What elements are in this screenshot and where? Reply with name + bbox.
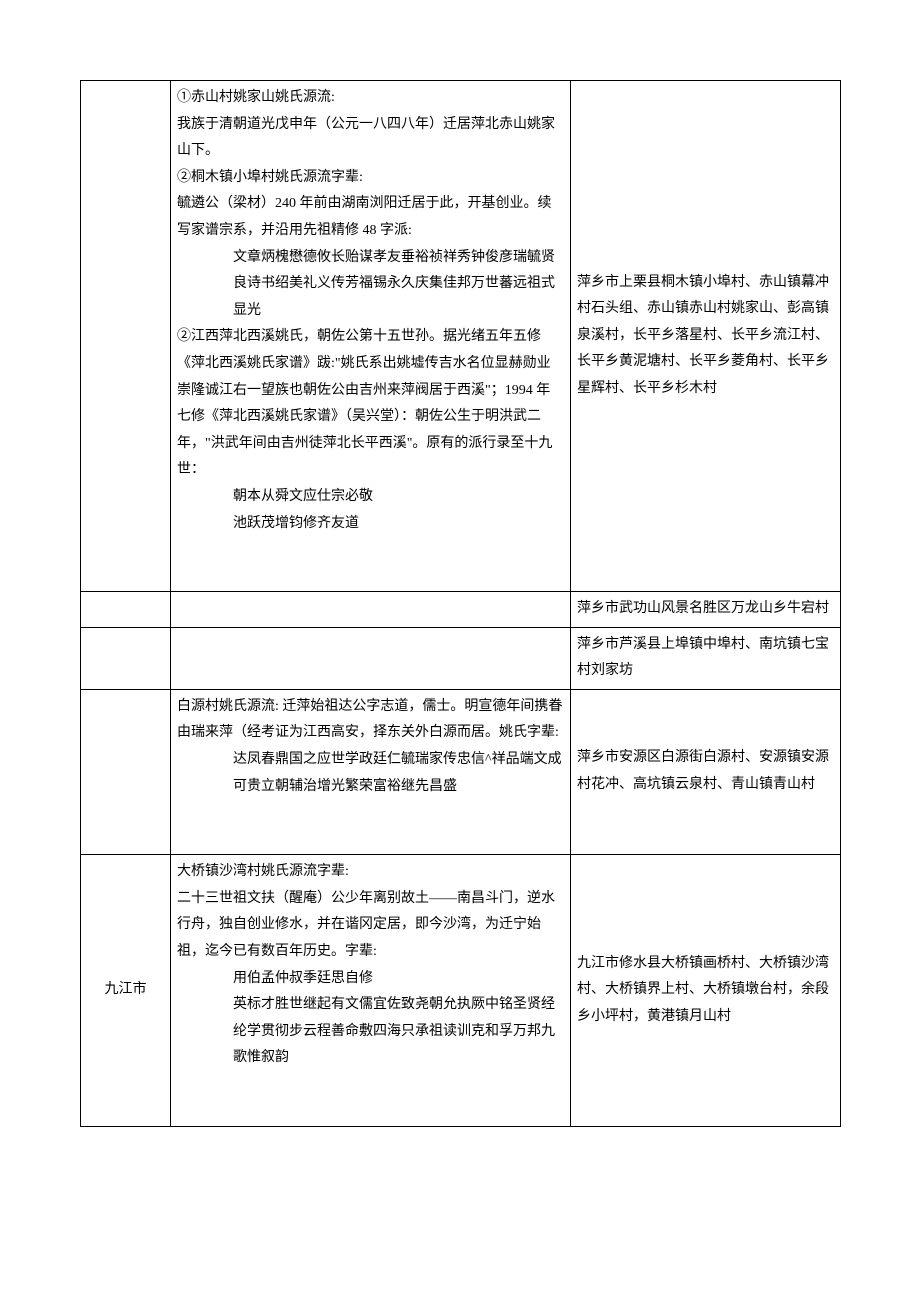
source-cell: ①赤山村姚家山姚氏源流: 我族于清朝道光戊申年（公元一八四八年）迁居萍北赤山姚家…: [171, 81, 571, 592]
text-line: 二十三世祖文扶（醒庵）公少年离别故土——南昌斗门，逆水行舟，独自创业修水，并在谐…: [177, 886, 564, 966]
location-cell: 萍乡市武功山风景名胜区万龙山乡牛宕村: [571, 592, 841, 628]
region-cell: [81, 81, 171, 592]
document-page: ①赤山村姚家山姚氏源流: 我族于清朝道光戊申年（公元一八四八年）迁居萍北赤山姚家…: [0, 0, 920, 1187]
spacer: [177, 800, 564, 850]
location-cell: 萍乡市芦溪县上埠镇中埠村、南坑镇七宝村刘家坊: [571, 627, 841, 689]
table-row: 萍乡市武功山风景名胜区万龙山乡牛宕村: [81, 592, 841, 628]
generation-poem: 文章炳槐懋德攸长贻谋孝友垂裕祯祥秀钟俊彦瑞毓贤良诗书绍美礼义传芳福锡永久庆集佳邦…: [177, 245, 564, 325]
text-line: 白源村姚氏源流: 迁萍始祖达公字志道，儒士。明宣德年间携眷由瑞来萍（经考证为江西…: [177, 694, 564, 747]
source-cell: [171, 627, 571, 689]
table-row: 白源村姚氏源流: 迁萍始祖达公字志道，儒士。明宣德年间携眷由瑞来萍（经考证为江西…: [81, 689, 841, 854]
text-line: ①赤山村姚家山姚氏源流:: [177, 85, 564, 112]
table-row: 九江市 大桥镇沙湾村姚氏源流字辈: 二十三世祖文扶（醒庵）公少年离别故土——南昌…: [81, 855, 841, 1127]
text-line: 毓遴公（梁材）240 年前由湖南浏阳迁居于此，开基创业。续写家谱宗系，并沿用先祖…: [177, 191, 564, 244]
location-cell: 萍乡市安源区白源街白源村、安源镇安源村花冲、高坑镇云泉村、青山镇青山村: [571, 689, 841, 854]
generation-poem: 达凤春鼎国之应世学政廷仁毓瑞家传忠信^祥品端文成可贵立朝辅治增光繁荣富裕继先昌盛: [177, 747, 564, 800]
table-row: ①赤山村姚家山姚氏源流: 我族于清朝道光戊申年（公元一八四八年）迁居萍北赤山姚家…: [81, 81, 841, 592]
generation-poem: 池跃茂增钧修齐友道: [177, 511, 564, 538]
region-cell: [81, 689, 171, 854]
region-cell: 九江市: [81, 855, 171, 1127]
source-cell: 大桥镇沙湾村姚氏源流字辈: 二十三世祖文扶（醒庵）公少年离别故土——南昌斗门，逆…: [171, 855, 571, 1127]
generation-poem: 用伯孟仲叔季廷思自修: [177, 966, 564, 993]
region-cell: [81, 592, 171, 628]
spacer: [177, 537, 564, 587]
location-cell: 萍乡市上栗县桐木镇小埠村、赤山镇幕冲村石头组、赤山镇赤山村姚家山、彭高镇泉溪村，…: [571, 81, 841, 592]
table-row: 萍乡市芦溪县上埠镇中埠村、南坑镇七宝村刘家坊: [81, 627, 841, 689]
text-line: ②桐木镇小埠村姚氏源流字辈:: [177, 165, 564, 192]
source-cell: [171, 592, 571, 628]
text-line: ②江西萍北西溪姚氏，朝佐公第十五世孙。据光绪五年五修《萍北西溪姚氏家谱》跋:"姚…: [177, 324, 564, 484]
region-cell: [81, 627, 171, 689]
spacer: [177, 1072, 564, 1122]
genealogy-table: ①赤山村姚家山姚氏源流: 我族于清朝道光戊申年（公元一八四八年）迁居萍北赤山姚家…: [80, 80, 841, 1127]
text-line: 我族于清朝道光戊申年（公元一八四八年）迁居萍北赤山姚家山下。: [177, 112, 564, 165]
source-cell: 白源村姚氏源流: 迁萍始祖达公字志道，儒士。明宣德年间携眷由瑞来萍（经考证为江西…: [171, 689, 571, 854]
text-line: 大桥镇沙湾村姚氏源流字辈:: [177, 859, 564, 886]
generation-poem: 英标才胜世继起有文儒宜佐致尧朝允执厥中铭圣贤经纶学贯彻步云程善命敷四海只承祖读训…: [177, 992, 564, 1072]
location-cell: 九江市修水县大桥镇画桥村、大桥镇沙湾村、大桥镇界上村、大桥镇墩台村，余段乡小坪村…: [571, 855, 841, 1127]
generation-poem: 朝本从舜文应仕宗必敬: [177, 484, 564, 511]
